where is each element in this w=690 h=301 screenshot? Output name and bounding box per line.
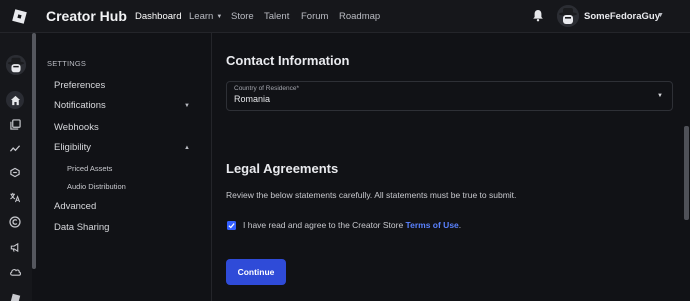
main-scrollbar[interactable]	[684, 126, 689, 220]
sidebar-item-webhooks[interactable]: Webhooks	[54, 122, 99, 133]
avatar[interactable]	[557, 5, 579, 27]
country-select-value: Romania	[234, 94, 271, 104]
terms-agreement-text: I have read and agree to the Creator Sto…	[243, 220, 461, 230]
copyright-icon[interactable]	[8, 215, 22, 229]
fedora-avatar-icon	[557, 5, 579, 27]
sidebar-item-audio-distribution[interactable]: Audio Distribution	[67, 182, 126, 191]
terms-agreement-suffix: .	[458, 220, 462, 230]
home-icon[interactable]	[6, 91, 24, 109]
sidebar-item-eligibility[interactable]: Eligibility	[54, 142, 91, 153]
sidebar-item-priced-assets[interactable]: Priced Assets	[67, 164, 112, 173]
country-select-label: Country of Residence*	[234, 85, 300, 92]
terms-agreement-prefix: I have read and agree to the Creator Sto…	[243, 220, 406, 230]
cloud-icon[interactable]	[8, 264, 22, 278]
nav-forum[interactable]: Forum	[301, 11, 328, 22]
fedora-avatar-icon	[6, 55, 26, 75]
roblox-logo-icon[interactable]	[11, 8, 28, 25]
roblox-logo-icon[interactable]	[8, 291, 22, 301]
username[interactable]: SomeFedoraGuy	[584, 11, 660, 22]
nav-learn-label: Learn	[189, 11, 214, 22]
sidebar-item-advanced[interactable]: Advanced	[54, 201, 96, 212]
chevron-down-icon: ▼	[657, 93, 663, 99]
nav-talent[interactable]: Talent	[264, 11, 289, 22]
continue-button[interactable]: Continue	[226, 259, 286, 285]
checkmark-icon	[228, 223, 235, 229]
nav-store[interactable]: Store	[231, 11, 254, 22]
contact-information-heading: Contact Information	[226, 53, 350, 68]
terms-checkbox[interactable]	[227, 221, 236, 230]
settings-heading: SETTINGS	[47, 59, 87, 68]
review-instructions: Review the below statements carefully. A…	[226, 190, 517, 200]
legal-agreements-heading: Legal Agreements	[226, 161, 339, 176]
avatar[interactable]	[6, 55, 26, 75]
settings-sidebar: SETTINGS Preferences Notifications ▼ Web…	[36, 33, 212, 301]
chevron-down-icon[interactable]: ▼	[184, 103, 190, 109]
country-select[interactable]: Country of Residence* Romania ▼	[226, 81, 673, 111]
top-bar: Creator Hub Dashboard Learn ▼ Store Talen…	[0, 0, 690, 33]
chevron-down-icon: ▼	[216, 14, 223, 20]
nav-learn[interactable]: Learn ▼	[189, 11, 222, 22]
sidebar-item-data-sharing[interactable]: Data Sharing	[54, 222, 109, 233]
terms-of-use-link[interactable]: Terms of Use	[406, 220, 459, 230]
icon-rail	[0, 33, 32, 301]
main-content: Contact Information Country of Residence…	[212, 33, 690, 301]
nav-dashboard[interactable]: Dashboard	[135, 11, 181, 22]
megaphone-icon[interactable]	[8, 240, 22, 254]
sidebar-item-preferences[interactable]: Preferences	[54, 80, 105, 91]
chevron-up-icon[interactable]: ▲	[184, 145, 190, 151]
analytics-icon[interactable]	[8, 141, 22, 155]
sales-icon[interactable]	[8, 165, 22, 179]
bell-icon[interactable]	[532, 9, 544, 22]
gallery-icon[interactable]	[8, 117, 22, 131]
brand-title[interactable]: Creator Hub	[46, 8, 127, 24]
nav-roadmap[interactable]: Roadmap	[339, 11, 380, 22]
translate-icon[interactable]	[8, 190, 22, 204]
chevron-down-icon[interactable]: ▼	[657, 12, 664, 19]
sidebar-item-notifications[interactable]: Notifications	[54, 100, 106, 111]
